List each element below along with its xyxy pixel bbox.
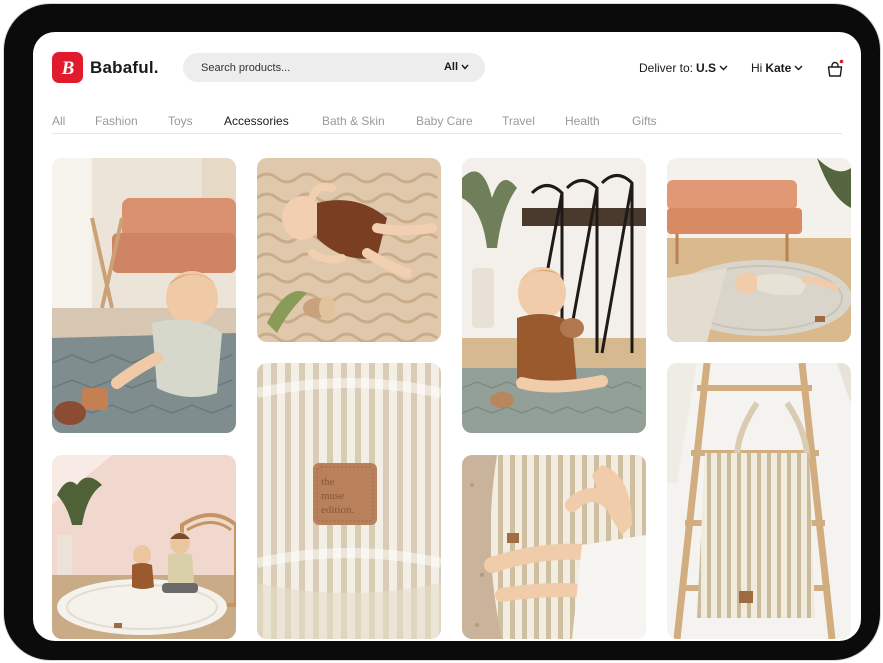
svg-text:muse: muse (321, 490, 344, 502)
baby-lying-on-round-mat-photo (667, 158, 851, 342)
tab-bath-skin[interactable]: Bath & Skin (322, 114, 385, 128)
search-bar: All (183, 53, 485, 82)
chevron-down-icon (719, 65, 728, 71)
product-photo-tile[interactable] (257, 158, 441, 342)
baby-lying-on-wave-mat-photo (257, 158, 441, 342)
deliver-country: U.S (696, 61, 717, 75)
brand-name[interactable]: Babaful. (90, 58, 159, 78)
brand-logo-icon[interactable]: B (52, 52, 83, 83)
product-photo-tile[interactable] (462, 158, 646, 433)
deliver-to-selector[interactable]: Deliver to: U.S (639, 61, 728, 75)
greeting-label: Hi (751, 61, 763, 75)
product-photo-tile[interactable] (667, 158, 851, 342)
tab-toys[interactable]: Toys (168, 114, 193, 128)
baby-feet-on-striped-mat-photo (462, 455, 646, 639)
baby-on-quilted-mat-photo (52, 158, 236, 433)
category-nav: All Fashion Toys Accessories Bath & Skin… (52, 114, 842, 134)
striped-bag-on-ladder-photo (667, 363, 851, 639)
app-screen: B Babaful. All Deliver to: U.S Hi Kate (33, 32, 861, 641)
tablet-frame: B Babaful. All Deliver to: U.S Hi Kate (4, 4, 880, 660)
user-name: Kate (765, 61, 792, 75)
product-photo-tile[interactable] (52, 158, 236, 433)
account-menu[interactable]: Hi Kate (751, 61, 803, 75)
svg-text:B: B (60, 58, 74, 79)
search-category-label: All (443, 61, 458, 73)
tab-health[interactable]: Health (565, 114, 600, 128)
tab-fashion[interactable]: Fashion (95, 114, 138, 128)
product-photo-tile[interactable] (667, 363, 851, 639)
search-input[interactable] (201, 53, 421, 82)
tab-gifts[interactable]: Gifts (632, 114, 657, 128)
notification-dot (839, 59, 844, 64)
shopping-bag-icon[interactable] (825, 59, 845, 79)
tab-travel[interactable]: Travel (502, 114, 535, 128)
baby-sitting-by-dining-chairs-photo (462, 158, 646, 433)
quilt-label-text: the (321, 476, 335, 488)
product-photo-tile[interactable] (52, 455, 236, 639)
chevron-down-icon (794, 65, 803, 71)
svg-text:edition.: edition. (321, 504, 355, 516)
chevron-down-icon (461, 64, 469, 70)
tab-baby-care[interactable]: Baby Care (416, 114, 473, 128)
search-category-dropdown[interactable]: All (444, 61, 469, 73)
product-photo-tile[interactable] (462, 455, 646, 639)
deliver-label: Deliver to: (639, 61, 694, 75)
product-photo-tile[interactable]: the muse edition. (257, 363, 441, 639)
two-kids-on-round-mat-photo (52, 455, 236, 639)
striped-quilt-label-closeup-photo: the muse edition. (257, 363, 441, 639)
tab-all[interactable]: All (52, 114, 65, 128)
tab-accessories[interactable]: Accessories (224, 114, 289, 128)
